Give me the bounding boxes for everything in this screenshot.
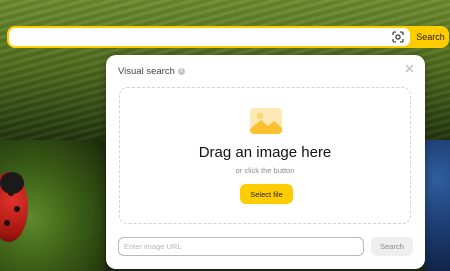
panel-title-text: Visual search xyxy=(118,66,175,77)
info-icon[interactable]: i xyxy=(177,68,185,75)
background-photo-flowers xyxy=(425,140,450,271)
image-url-input[interactable] xyxy=(118,237,364,256)
image-placeholder-icon xyxy=(249,107,283,135)
camera-lens-icon[interactable] xyxy=(390,29,406,45)
visual-search-panel: Visual search i Drag an image here or cl… xyxy=(106,55,425,269)
search-bar: Search xyxy=(7,26,449,48)
search-input[interactable] xyxy=(9,28,410,46)
panel-title: Visual search i xyxy=(118,66,185,77)
background-ladybug-head xyxy=(0,172,24,194)
close-icon[interactable] xyxy=(403,64,415,76)
select-file-button[interactable]: Select file xyxy=(240,184,293,204)
drop-subtitle: or click the button xyxy=(235,166,295,175)
drop-title: Drag an image here xyxy=(198,144,332,161)
image-dropzone[interactable]: Drag an image here or click the button S… xyxy=(119,87,411,224)
url-search-button[interactable]: Search xyxy=(371,237,413,256)
search-button[interactable]: Search xyxy=(412,26,449,48)
